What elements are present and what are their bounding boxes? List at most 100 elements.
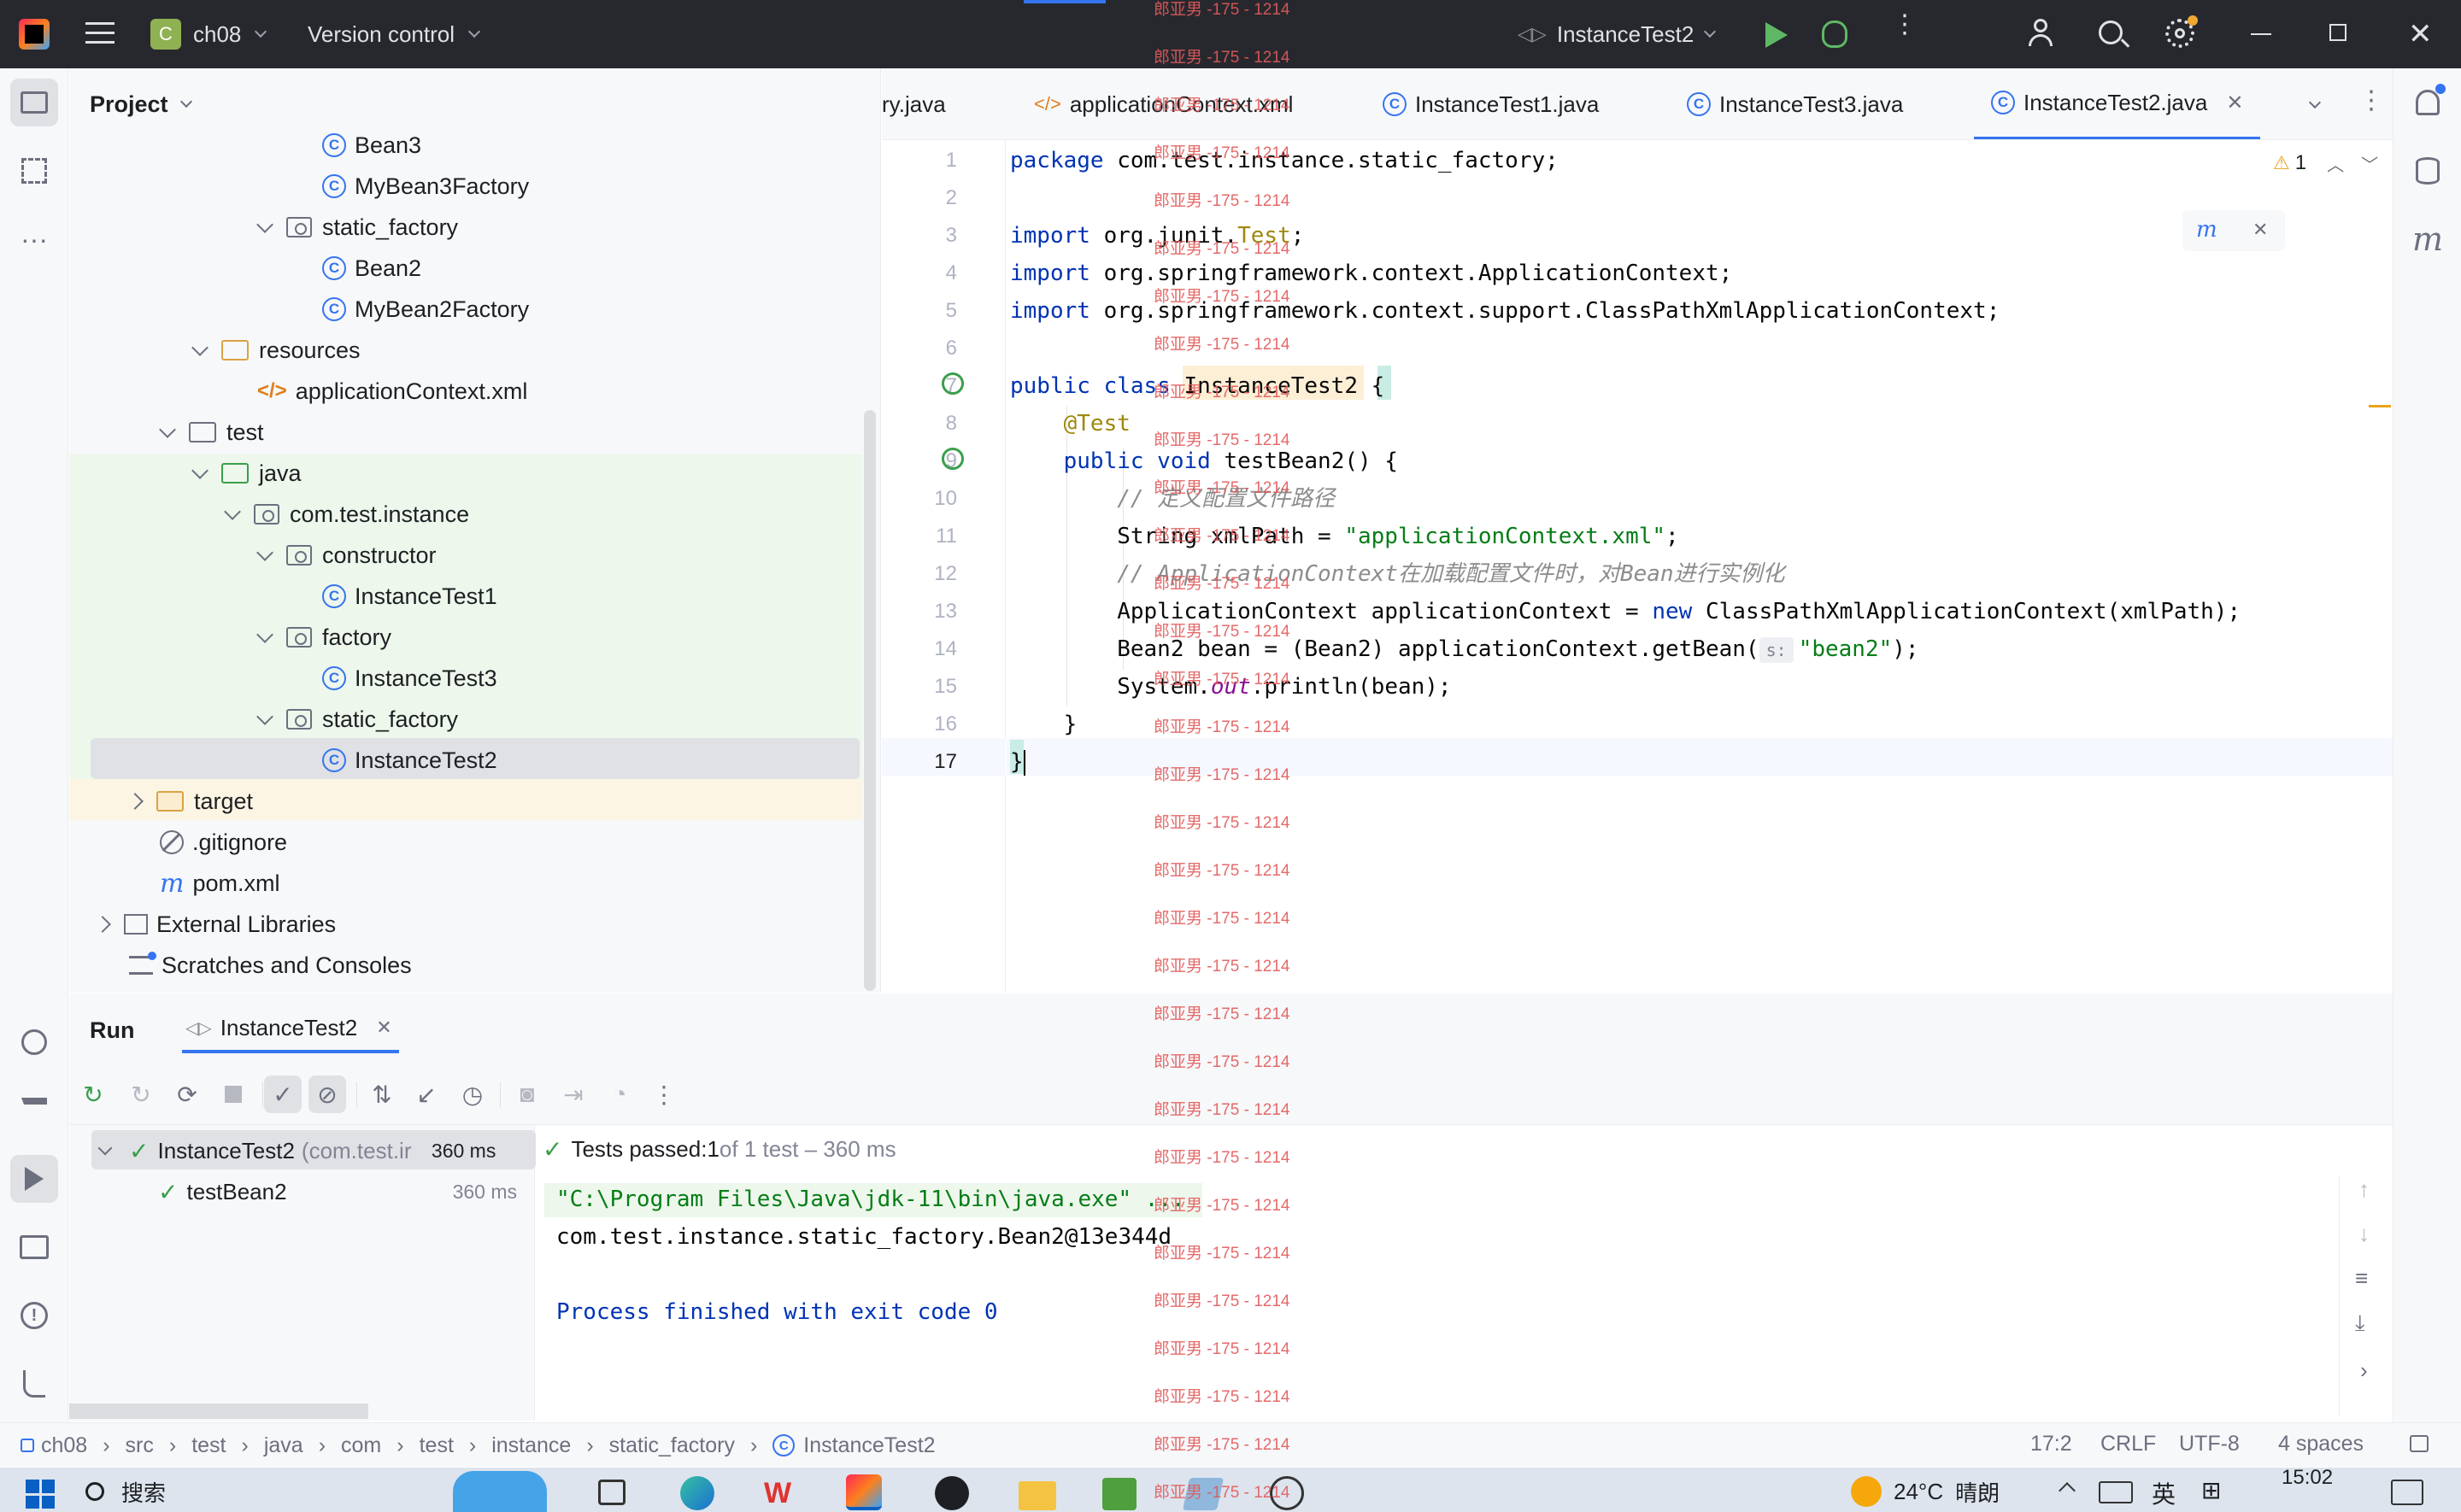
line-number[interactable]: 5 <box>906 299 957 323</box>
tree-item[interactable]: C Bean2 <box>69 248 880 289</box>
maven-reload-icon[interactable]: m <box>2196 217 2217 243</box>
line-number[interactable]: 3 <box>906 224 957 248</box>
task-view-icon[interactable] <box>598 1480 626 1505</box>
rerun-failed-icon[interactable]: ↻ <box>122 1075 160 1113</box>
line-number[interactable]: 6 <box>906 337 957 360</box>
database-button[interactable] <box>2404 147 2452 195</box>
tree-item[interactable]: External Libraries <box>69 904 880 945</box>
show-ignored-icon[interactable]: ⊘ <box>308 1075 346 1113</box>
toggle-auto-test-icon[interactable]: ⟳ <box>168 1075 206 1113</box>
tree-item[interactable]: </> applicationContext.xml <box>69 371 880 412</box>
line-number[interactable]: 4 <box>906 261 957 285</box>
close-icon[interactable]: ✕ <box>2252 219 2268 241</box>
previous-highlight-icon[interactable]: ︿ <box>2327 151 2344 176</box>
tree-item-selected[interactable]: C InstanceTest2 <box>69 740 880 781</box>
add-user-icon[interactable] <box>2029 19 2058 48</box>
coverage-icon[interactable]: ◔ <box>601 1075 638 1113</box>
inspection-widget[interactable]: ⚠ 1 ︿ ﹀ <box>2273 150 2378 176</box>
main-menu-icon[interactable] <box>85 21 115 46</box>
indent-setting[interactable]: 4 spaces <box>2278 1432 2364 1456</box>
import-tests-icon[interactable]: ↙ <box>408 1075 445 1113</box>
breadcrumb-item[interactable]: InstanceTest2 <box>803 1433 935 1458</box>
tab-factory-java[interactable]: ry.java <box>882 68 976 139</box>
sort-alphabetically-icon[interactable]: ⇅ <box>363 1075 401 1113</box>
tree-item[interactable]: C Bean3 <box>69 125 880 166</box>
widgets-icon[interactable] <box>453 1471 547 1512</box>
line-number[interactable]: 13 <box>906 600 957 624</box>
debug-icon[interactable] <box>1822 21 1847 48</box>
intellij-taskbar-icon[interactable] <box>846 1474 882 1510</box>
tree-item[interactable]: constructor <box>69 535 880 576</box>
wps-icon[interactable]: W <box>764 1478 791 1509</box>
line-number[interactable]: 14 <box>906 637 957 661</box>
chevron-down-icon[interactable] <box>256 544 273 561</box>
run-icon[interactable] <box>1765 22 1788 48</box>
code-editor[interactable]: package com.test.instance.static_factory… <box>1007 140 2393 993</box>
app-icon[interactable] <box>1270 1476 1304 1510</box>
breadcrumb-item[interactable]: test <box>191 1433 226 1458</box>
line-number[interactable]: 2 <box>906 186 957 210</box>
search-icon[interactable] <box>2099 21 2130 48</box>
scroll-down-icon[interactable]: ↓ <box>2358 1221 2370 1247</box>
chevron-down-icon[interactable] <box>224 503 241 520</box>
breadcrumb-item[interactable]: ch08 <box>41 1433 87 1458</box>
settings-gear-icon[interactable] <box>2165 15 2198 48</box>
chevron-down-icon[interactable] <box>191 462 209 479</box>
breadcrumb-item[interactable]: src <box>126 1433 154 1458</box>
scroll-to-end-icon[interactable]: ⤓ <box>2355 1310 2365 1337</box>
minimize-icon[interactable] <box>2251 33 2271 35</box>
chevron-right-icon[interactable] <box>94 916 111 933</box>
lock-icon[interactable] <box>2410 1435 2429 1452</box>
more-icon[interactable]: ⋮ <box>645 1075 683 1113</box>
breadcrumb-item[interactable]: instance <box>491 1433 571 1458</box>
tree-item[interactable]: C MyBean2Factory <box>69 289 880 330</box>
app-icon[interactable] <box>1102 1478 1137 1510</box>
close-window-icon[interactable]: ✕ <box>2408 17 2433 51</box>
chevron-down-icon[interactable] <box>191 339 209 356</box>
clock-time[interactable]: 15:02 <box>2282 1466 2333 1490</box>
line-number[interactable]: 17 <box>906 750 957 774</box>
test-tree-scrollbar[interactable] <box>69 1404 368 1419</box>
warning-stripe-mark[interactable] <box>2369 405 2391 407</box>
version-control-menu[interactable]: Version control <box>308 17 481 51</box>
line-ending[interactable]: CRLF <box>2100 1432 2156 1456</box>
tree-item[interactable]: resources <box>69 330 880 371</box>
terminal-tool-button[interactable] <box>10 1223 58 1271</box>
qq-icon[interactable] <box>935 1476 969 1510</box>
breadcrumb-item[interactable]: test <box>420 1433 454 1458</box>
project-switcher[interactable]: C ch08 <box>150 17 267 51</box>
tab-list-chevron-icon[interactable] <box>2308 96 2322 111</box>
services-tool-button[interactable] <box>10 1018 58 1066</box>
line-number[interactable]: 12 <box>906 562 957 586</box>
tree-item[interactable]: test <box>69 412 880 453</box>
run-test-class-icon[interactable] <box>942 372 964 395</box>
tree-item[interactable]: Scratches and Consoles <box>69 945 880 986</box>
show-passed-icon[interactable]: ✓ <box>264 1075 302 1113</box>
test-child-row[interactable]: ✓ testBean2 360 ms <box>158 1173 517 1210</box>
file-explorer-icon[interactable] <box>1019 1481 1056 1510</box>
breadcrumb-item[interactable]: static_factory <box>609 1433 735 1458</box>
edge-icon[interactable] <box>680 1476 714 1510</box>
project-tool-button[interactable] <box>10 79 58 126</box>
windows-start-icon[interactable] <box>26 1480 55 1509</box>
chevron-down-icon[interactable] <box>97 1140 113 1156</box>
taskbar-search[interactable]: 搜索 <box>85 1473 166 1510</box>
breadcrumb-item[interactable]: com <box>341 1433 381 1458</box>
notification-center-icon[interactable] <box>2391 1480 2423 1505</box>
tree-item[interactable]: C InstanceTest3 <box>69 658 880 699</box>
next-highlight-icon[interactable]: ﹀ <box>2361 151 2378 176</box>
more-actions-icon[interactable]: ⋮ <box>1892 12 1918 38</box>
restore-icon[interactable] <box>2329 24 2346 41</box>
caret-position[interactable]: 17:2 <box>2030 1432 2072 1456</box>
line-number[interactable]: 15 <box>906 675 957 699</box>
chevron-down-icon[interactable] <box>256 708 273 725</box>
tree-item[interactable]: com.test.instance <box>69 494 880 535</box>
close-tab-icon[interactable]: ✕ <box>376 1017 391 1039</box>
run-test-method-icon[interactable] <box>942 448 964 470</box>
test-history-icon[interactable]: ◷ <box>454 1075 491 1113</box>
notifications-button[interactable] <box>2404 79 2452 126</box>
more-tools-button[interactable]: ··· <box>10 215 58 263</box>
rerun-icon[interactable]: ↻ <box>74 1075 112 1113</box>
tab-instancetest1[interactable]: C InstanceTest1.java <box>1383 68 1599 139</box>
structure-tool-button[interactable] <box>10 147 58 195</box>
